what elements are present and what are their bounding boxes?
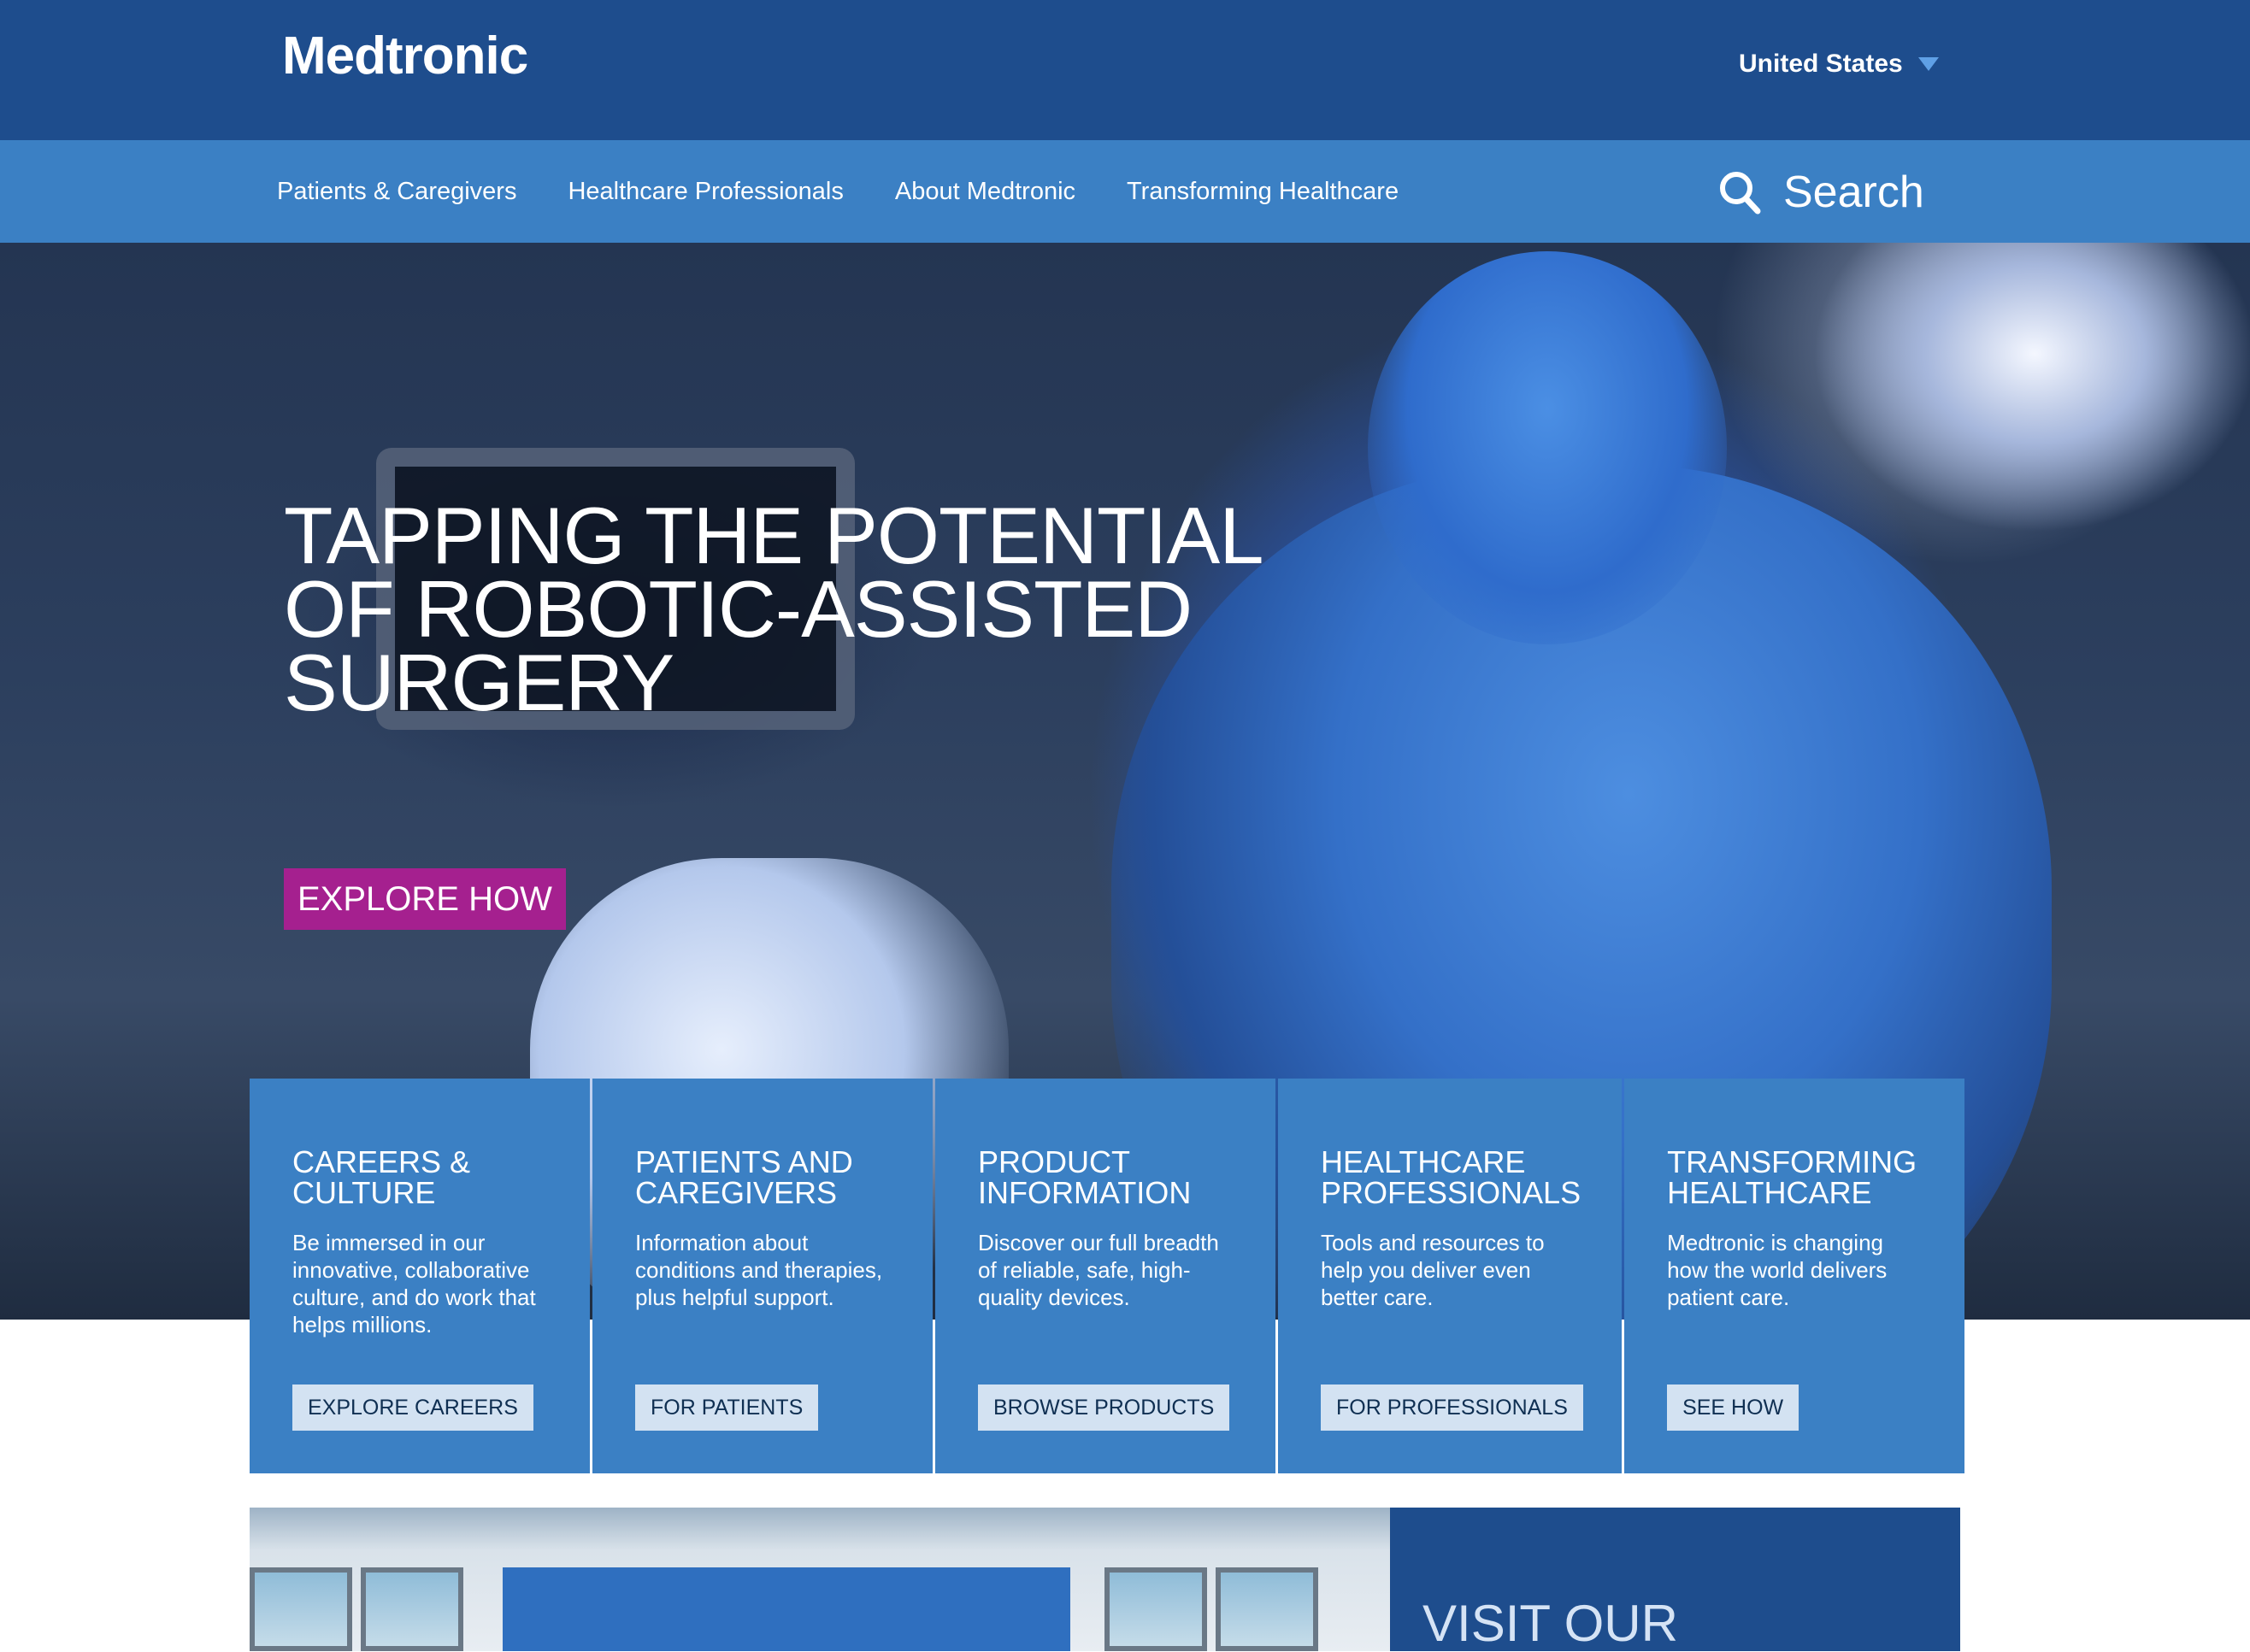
surgical-light-image [1812, 243, 2250, 533]
chevron-down-icon [1917, 57, 1939, 71]
office-interior-image[interactable] [250, 1508, 1390, 1651]
nav-about-medtronic[interactable]: About Medtronic [895, 178, 1075, 206]
main-nav: Patients & Caregivers Healthcare Profess… [0, 140, 2250, 243]
visit-promo-panel[interactable]: VISIT OUR [1390, 1508, 1960, 1651]
search-icon [1720, 172, 1761, 215]
window-image [1216, 1567, 1318, 1651]
card-text: Be immersed in our innovative, collabora… [292, 1230, 536, 1337]
feature-cards: CAREERS & CULTURE Be immersed in our inn… [250, 1079, 1965, 1473]
card-title: CAREERS & CULTURE [292, 1144, 471, 1210]
card-text: Medtronic is changing how the world deli… [1667, 1230, 1888, 1310]
card-text: Tools and resources to help you deliver … [1321, 1230, 1545, 1310]
surgeon-head-image [1368, 251, 1727, 644]
medtronic-logo[interactable]: Medtronic [282, 26, 528, 86]
country-label: United States [1739, 50, 1903, 78]
see-how-button[interactable]: SEE HOW [1667, 1385, 1799, 1431]
card-text: Discover our full breadth of reliable, s… [978, 1230, 1219, 1310]
browse-products-button[interactable]: BROWSE PRODUCTS [978, 1385, 1230, 1431]
card-title: PATIENTS AND CAREGIVERS [635, 1144, 853, 1210]
search-label: Search [1783, 168, 1924, 217]
nav-transforming-healthcare[interactable]: Transforming Healthcare [1127, 178, 1399, 206]
nav-patients-caregivers[interactable]: Patients & Caregivers [277, 178, 516, 206]
blue-wall-image [503, 1567, 1070, 1651]
for-professionals-button[interactable]: FOR PROFESSIONALS [1321, 1385, 1583, 1431]
card-product-information: PRODUCT INFORMATION Discover our full br… [935, 1079, 1275, 1473]
explore-how-button[interactable]: EXPLORE HOW [284, 868, 566, 930]
explore-careers-button[interactable]: EXPLORE CAREERS [292, 1385, 533, 1431]
card-title: PRODUCT INFORMATION [978, 1144, 1192, 1210]
window-image [250, 1567, 352, 1651]
card-text: Information about conditions and therapi… [635, 1230, 883, 1310]
country-selector[interactable]: United States [1739, 50, 1939, 79]
nav-links: Patients & Caregivers Healthcare Profess… [277, 140, 1399, 243]
card-healthcare-professionals: HEALTHCARE PROFESSIONALS Tools and resou… [1278, 1079, 1623, 1473]
card-title: HEALTHCARE PROFESSIONALS [1321, 1144, 1581, 1210]
card-careers-culture: CAREERS & CULTURE Be immersed in our inn… [250, 1079, 590, 1473]
card-patients-caregivers: PATIENTS AND CAREGIVERS Information abou… [592, 1079, 933, 1473]
for-patients-button[interactable]: FOR PATIENTS [635, 1385, 819, 1431]
hero-title: TAPPING THE POTENTIAL OF ROBOTIC-ASSISTE… [284, 491, 1261, 727]
window-image [361, 1567, 463, 1651]
card-title: TRANSFORMING HEALTHCARE [1667, 1144, 1917, 1210]
promo-title: VISIT OUR [1422, 1595, 1678, 1652]
card-transforming-healthcare: TRANSFORMING HEALTHCARE Medtronic is cha… [1624, 1079, 1965, 1473]
nav-healthcare-professionals[interactable]: Healthcare Professionals [568, 178, 843, 206]
top-header: Medtronic United States [0, 0, 2250, 140]
search-button[interactable]: Search [1718, 162, 1924, 222]
window-image [1104, 1567, 1207, 1651]
